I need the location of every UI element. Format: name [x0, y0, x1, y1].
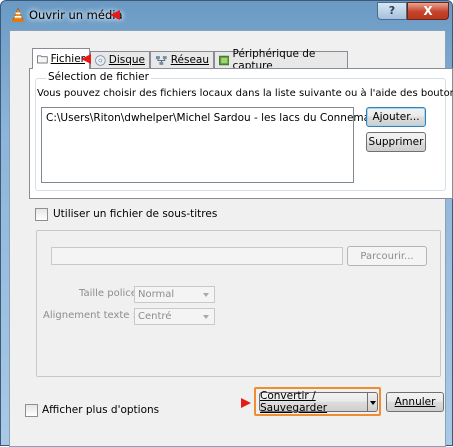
cancel-button[interactable]: Annuler: [386, 392, 444, 412]
subtitles-checkbox-label[interactable]: Utiliser un fichier de sous-titres: [53, 208, 217, 220]
add-file-button[interactable]: Ajouter...: [366, 107, 426, 127]
tab-disque[interactable]: Disque: [90, 51, 150, 68]
tab-fichier-label: Fichier: [50, 53, 85, 65]
remove-file-button[interactable]: Supprimer: [366, 132, 426, 152]
more-options-label[interactable]: Afficher plus d'options: [42, 404, 159, 416]
cancel-button-label: Annuler: [394, 396, 436, 408]
convert-save-button-label: Convertir / Sauvegarder: [260, 390, 328, 414]
convert-dropdown-button[interactable]: [367, 392, 378, 412]
remove-file-button-label: Supprimer: [368, 136, 424, 148]
title-bar[interactable]: Ouvrir un média ? X: [1, 1, 452, 29]
close-button[interactable]: X: [407, 2, 449, 20]
help-button[interactable]: ?: [377, 2, 407, 20]
file-tab-panel: Sélection de fichier Vous pouvez choisir…: [29, 68, 453, 199]
file-list-item[interactable]: C:\Users\Riton\dwhelper\Michel Sardou - …: [46, 112, 397, 124]
subtitles-options-panel: Parcourir... Taille police : Normal Alig…: [36, 230, 441, 377]
more-options-checkbox[interactable]: [25, 404, 38, 417]
title-annotation-arrow-icon: [110, 10, 120, 20]
convert-save-button[interactable]: Convertir / Sauvegarder: [259, 390, 368, 414]
convert-annotation-arrow-icon: [241, 398, 251, 408]
vlc-cone-icon: [12, 7, 24, 22]
add-file-button-label: Ajouter...: [372, 111, 420, 123]
file-selection-title: Sélection de fichier: [46, 71, 151, 83]
file-selection-group: Sélection de fichier Vous pouvez choisir…: [35, 71, 453, 191]
tab-peripherique-capture[interactable]: Périphérique de capture: [214, 48, 348, 72]
network-icon: [155, 55, 167, 65]
tab-reseau-label: Réseau: [170, 54, 209, 66]
font-size-value: Normal: [138, 289, 175, 300]
chevron-down-icon: [203, 315, 209, 319]
tab-disque-label: Disque: [108, 54, 145, 66]
dialog-window: Ouvrir un média ? X Fichier Disque Résea…: [0, 0, 453, 447]
font-size-select[interactable]: Normal: [134, 286, 215, 303]
browse-button[interactable]: Parcourir...: [347, 246, 427, 266]
window-title: Ouvrir un média: [29, 8, 123, 22]
chevron-down-icon: [203, 293, 209, 297]
tab-reseau[interactable]: Réseau: [150, 51, 214, 68]
capture-device-icon: [219, 55, 230, 65]
subtitle-file-input[interactable]: [51, 247, 343, 265]
alignment-label: Alignement texte :: [43, 310, 137, 321]
file-list[interactable]: C:\Users\Riton\dwhelper\Michel Sardou - …: [41, 107, 397, 183]
dialog-client-area: Fichier Disque Réseau Périphérique de ca…: [9, 30, 453, 447]
alignment-select[interactable]: Centré: [134, 308, 215, 325]
tab-annotation-arrow-icon: [81, 54, 91, 64]
alignment-value: Centré: [138, 311, 172, 322]
subtitles-checkbox[interactable]: [35, 208, 48, 221]
browse-button-label: Parcourir...: [360, 250, 414, 262]
disc-icon: [95, 54, 106, 66]
file-selection-description: Vous pouvez choisir des fichiers locaux …: [37, 88, 453, 99]
folder-icon: [37, 55, 48, 64]
